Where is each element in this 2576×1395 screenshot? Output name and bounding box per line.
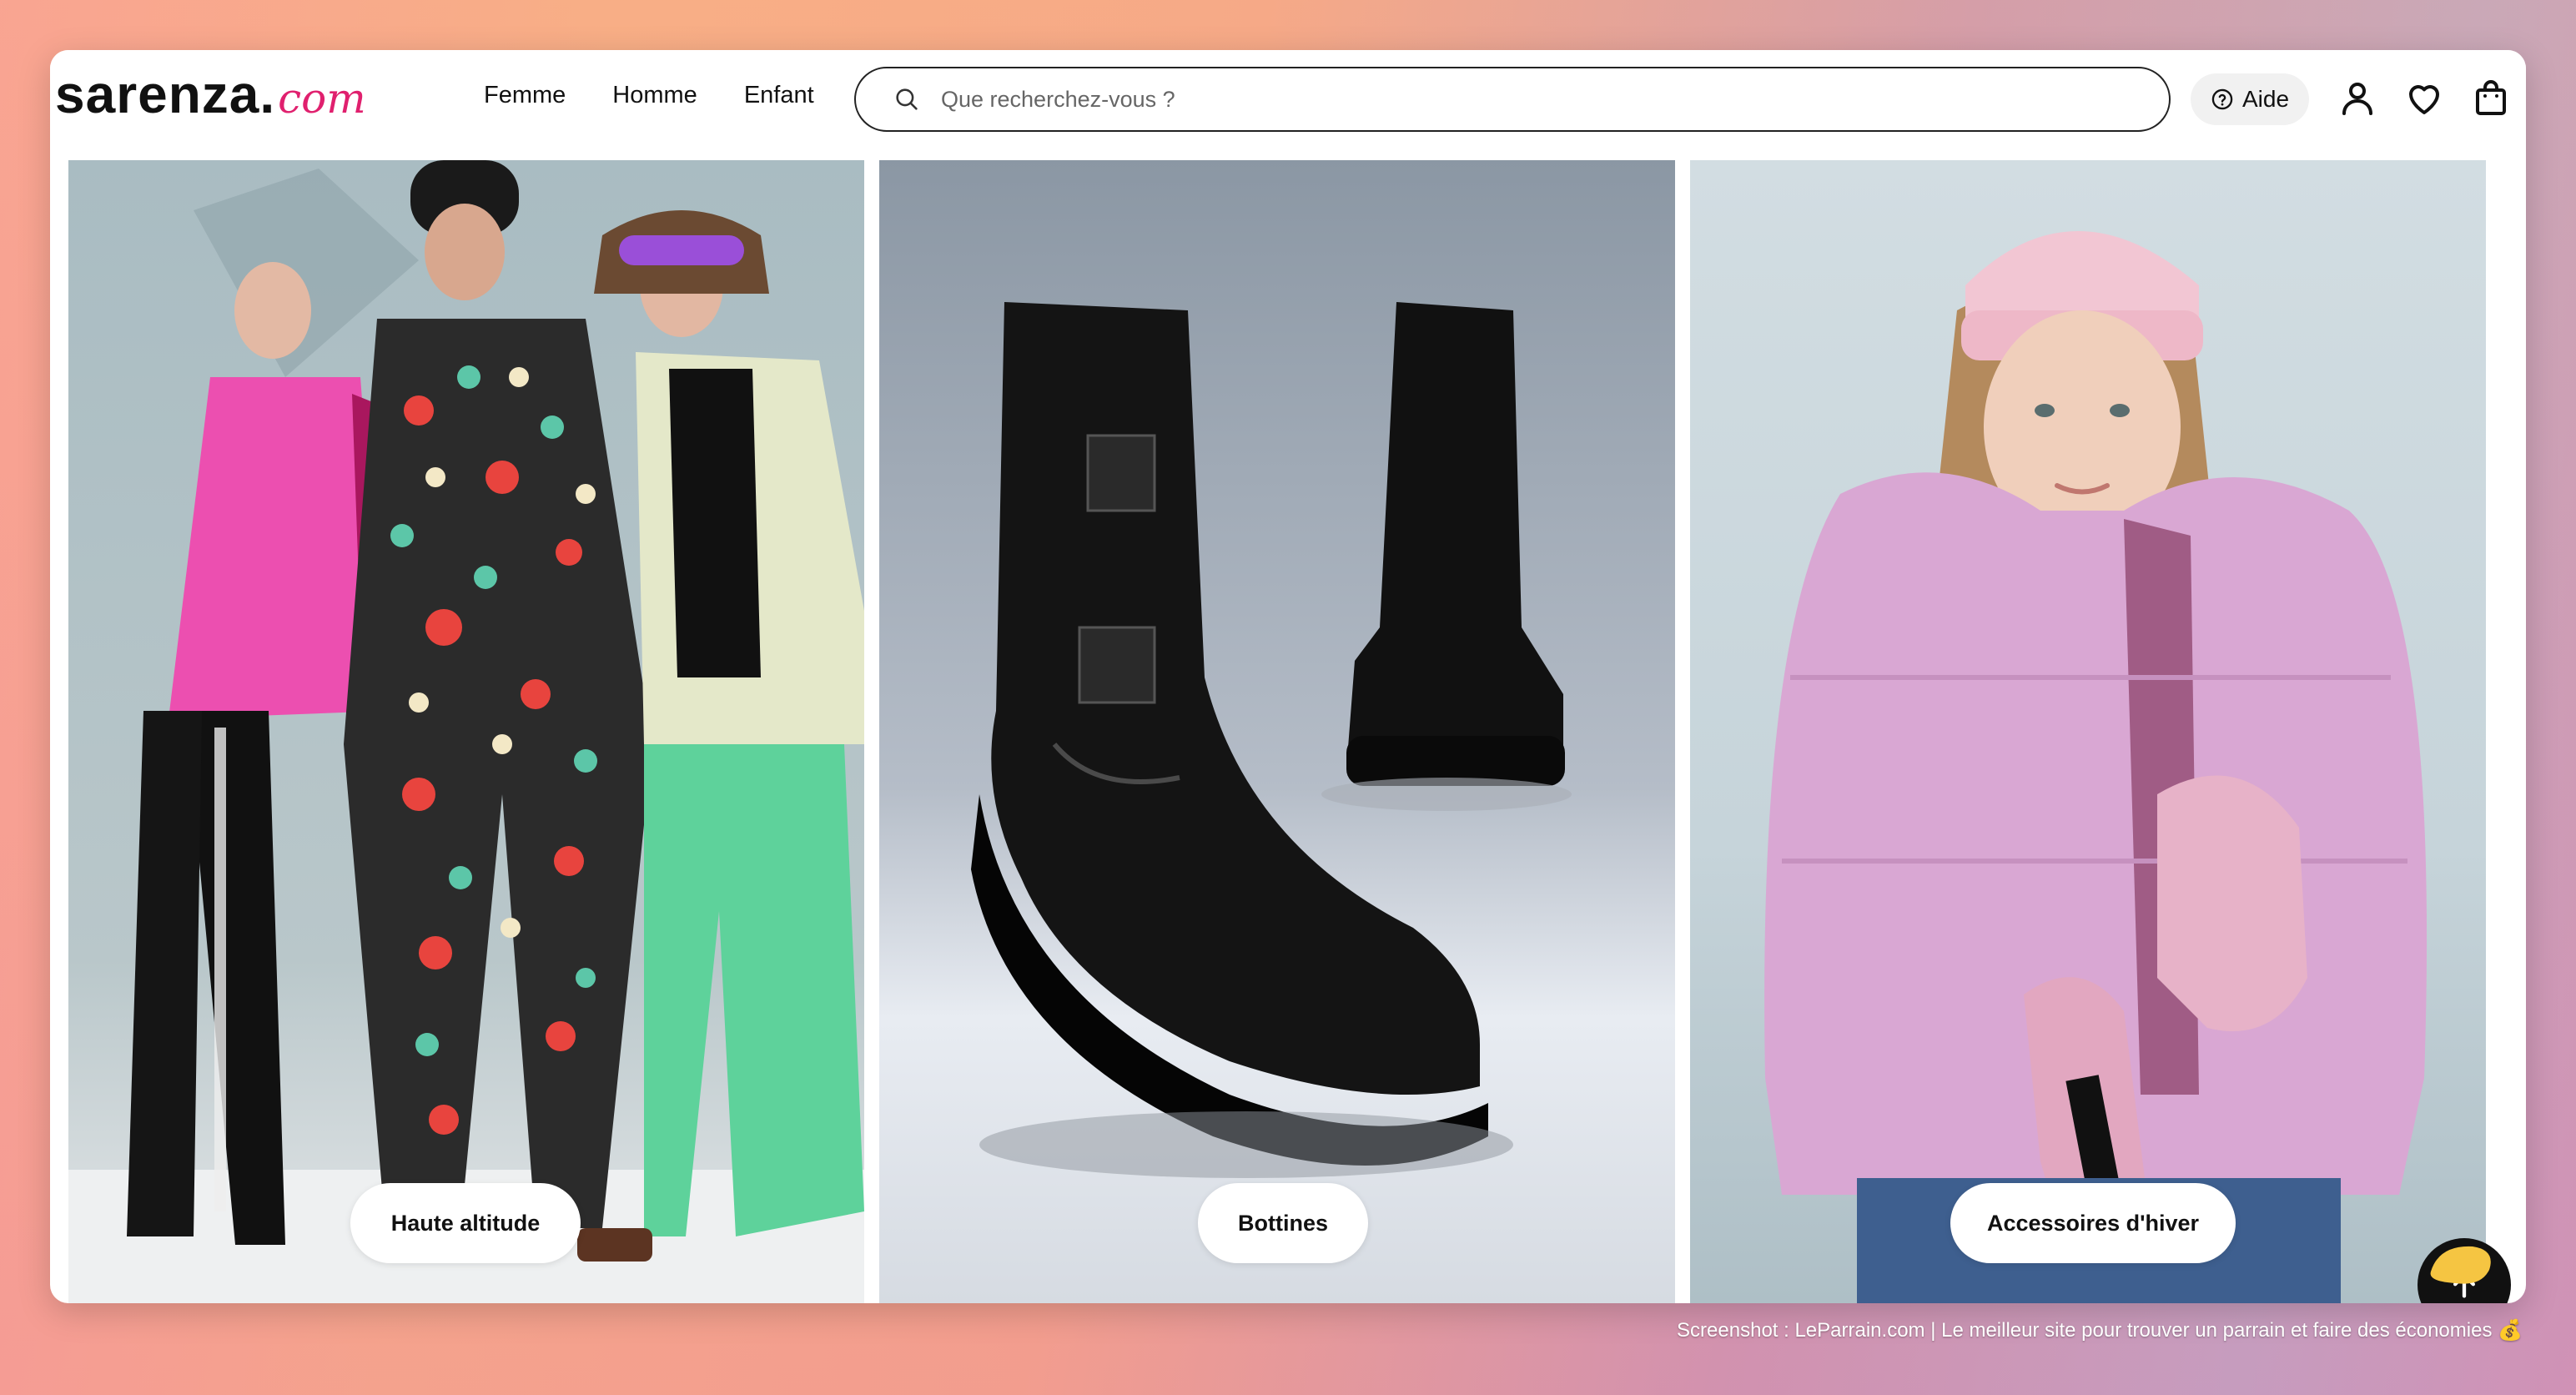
search-bar[interactable] [854,67,2171,132]
question-circle-icon [2211,88,2233,110]
tile-bottines[interactable]: Bottines [879,160,1675,1303]
tile-accessoires-hiver[interactable]: Accessoires d'hiver [1690,160,2486,1303]
search-icon [896,88,918,110]
tile-haute-altitude[interactable]: Haute altitude [68,160,864,1303]
decorative-blob [2430,1246,2491,1284]
help-button[interactable]: Aide [2191,73,2309,125]
category-pill-haute-altitude[interactable]: Haute altitude [350,1183,581,1263]
browser-window: sarenza . com Femme Homme Enfant Aide [50,50,2526,1303]
logo-dot: . [259,64,275,124]
tile-image-black-boots [879,160,1675,1303]
category-pill-bottines[interactable]: Bottines [1198,1183,1368,1263]
search-input[interactable] [939,85,2169,113]
category-tiles: Haute altitude Bottines Accessoires d'hi… [68,160,2508,1303]
main-nav: Femme Homme Enfant [484,82,814,109]
help-label: Aide [2241,86,2290,112]
tile-image-ski-group [68,160,864,1303]
sarenza-logo[interactable]: sarenza . com [55,63,366,147]
site-header: sarenza . com Femme Homme Enfant Aide [50,50,2526,160]
nav-item-homme[interactable]: Homme [612,82,697,109]
logo-wordmark: sarenza [55,64,260,124]
user-icon[interactable] [2337,78,2377,118]
category-pill-accessoires-hiver[interactable]: Accessoires d'hiver [1950,1183,2236,1263]
heart-icon[interactable] [2404,78,2444,118]
nav-item-enfant[interactable]: Enfant [744,82,814,109]
nav-item-femme[interactable]: Femme [484,82,566,109]
shopping-bag-icon[interactable] [2471,78,2511,118]
screenshot-caption: Screenshot : LeParrain.com | Le meilleur… [1677,1319,2523,1342]
logo-suffix: com [278,74,366,123]
tile-image-girl-pink-jacket [1690,160,2486,1303]
